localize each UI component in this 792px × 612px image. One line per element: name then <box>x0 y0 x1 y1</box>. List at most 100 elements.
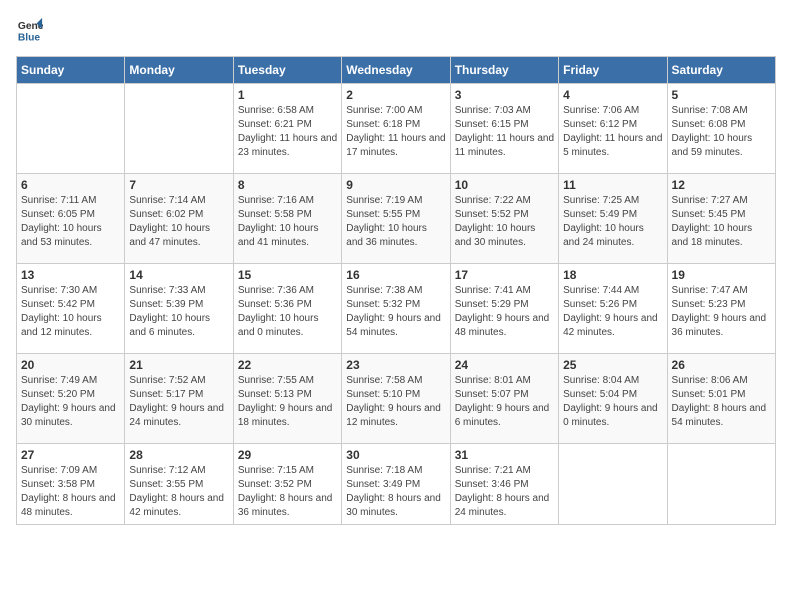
day-info: Sunrise: 7:12 AMSunset: 3:55 PMDaylight:… <box>129 464 228 520</box>
logo: General Blue <box>16 16 44 44</box>
calendar-cell: 3 Sunrise: 7:03 AMSunset: 6:15 PMDaylight… <box>450 84 558 174</box>
day-info: Sunrise: 8:01 AMSunset: 5:07 PMDaylight:… <box>455 374 554 430</box>
day-info: Sunrise: 7:30 AMSunset: 5:42 PMDaylight:… <box>21 284 120 340</box>
calendar-cell: 22 Sunrise: 7:55 AMSunset: 5:13 PMDayligh… <box>233 354 341 444</box>
day-info: Sunrise: 7:58 AMSunset: 5:10 PMDaylight:… <box>346 374 445 430</box>
calendar-cell: 27Sunrise: 7:09 AMSunset: 3:58 PMDayligh… <box>17 444 125 525</box>
calendar-cell: 25Sunrise: 8:04 AMSunset: 5:04 PMDayligh… <box>559 354 667 444</box>
calendar-cell: 18 Sunrise: 7:44 AMSunset: 5:26 PMDayligh… <box>559 264 667 354</box>
day-number: 23 <box>346 358 445 372</box>
day-info: Sunrise: 7:15 AMSunset: 3:52 PMDaylight:… <box>238 464 337 520</box>
column-header-sunday: Sunday <box>17 57 125 84</box>
day-number: 10 <box>455 178 554 192</box>
calendar-week-3: 13 Sunrise: 7:30 AMSunset: 5:42 PMDayligh… <box>17 264 776 354</box>
calendar-cell: 13 Sunrise: 7:30 AMSunset: 5:42 PMDayligh… <box>17 264 125 354</box>
day-info: Sunrise: 8:06 AMSunset: 5:01 PMDaylight:… <box>672 374 771 430</box>
svg-text:Blue: Blue <box>18 32 41 43</box>
day-number: 9 <box>346 178 445 192</box>
day-number: 27 <box>21 448 120 462</box>
day-info: Sunrise: 7:14 AMSunset: 6:02 PMDaylight:… <box>129 194 228 250</box>
day-number: 15 <box>238 268 337 282</box>
day-info: Sunrise: 7:22 AMSunset: 5:52 PMDaylight:… <box>455 194 554 250</box>
calendar-cell: 29Sunrise: 7:15 AMSunset: 3:52 PMDayligh… <box>233 444 341 525</box>
column-header-wednesday: Wednesday <box>342 57 450 84</box>
calendar-cell <box>559 444 667 525</box>
day-info: Sunrise: 7:41 AMSunset: 5:29 PMDaylight:… <box>455 284 554 340</box>
day-number: 7 <box>129 178 228 192</box>
day-number: 25 <box>563 358 662 372</box>
calendar-header-row: SundayMondayTuesdayWednesdayThursdayFrid… <box>17 57 776 84</box>
day-info: Sunrise: 7:11 AMSunset: 6:05 PMDaylight:… <box>21 194 120 250</box>
day-number: 3 <box>455 88 554 102</box>
day-info: Sunrise: 7:38 AMSunset: 5:32 PMDaylight:… <box>346 284 445 340</box>
calendar-week-4: 20 Sunrise: 7:49 AMSunset: 5:20 PMDayligh… <box>17 354 776 444</box>
calendar-cell: 17 Sunrise: 7:41 AMSunset: 5:29 PMDayligh… <box>450 264 558 354</box>
calendar-cell: 15 Sunrise: 7:36 AMSunset: 5:36 PMDayligh… <box>233 264 341 354</box>
day-number: 11 <box>563 178 662 192</box>
column-header-tuesday: Tuesday <box>233 57 341 84</box>
calendar-cell: 28 Sunrise: 7:12 AMSunset: 3:55 PMDayligh… <box>125 444 233 525</box>
day-info: Sunrise: 6:58 AMSunset: 6:21 PMDaylight:… <box>238 104 337 160</box>
day-info: Sunrise: 7:55 AMSunset: 5:13 PMDaylight:… <box>238 374 337 430</box>
calendar-cell: 26 Sunrise: 8:06 AMSunset: 5:01 PMDayligh… <box>667 354 775 444</box>
day-number: 26 <box>672 358 771 372</box>
calendar-cell: 19Sunrise: 7:47 AMSunset: 5:23 PMDayligh… <box>667 264 775 354</box>
day-number: 24 <box>455 358 554 372</box>
page-header: General Blue <box>16 16 776 44</box>
column-header-monday: Monday <box>125 57 233 84</box>
day-info: Sunrise: 7:03 AMSunset: 6:15 PMDaylight:… <box>455 104 554 160</box>
calendar-week-2: 6 Sunrise: 7:11 AMSunset: 6:05 PMDaylight… <box>17 174 776 264</box>
calendar-week-1: 1Sunrise: 6:58 AMSunset: 6:21 PMDaylight… <box>17 84 776 174</box>
day-number: 21 <box>129 358 228 372</box>
day-info: Sunrise: 7:49 AMSunset: 5:20 PMDaylight:… <box>21 374 120 430</box>
day-info: Sunrise: 7:25 AMSunset: 5:49 PMDaylight:… <box>563 194 662 250</box>
day-number: 16 <box>346 268 445 282</box>
calendar-cell: 11 Sunrise: 7:25 AMSunset: 5:49 PMDayligh… <box>559 174 667 264</box>
day-number: 20 <box>21 358 120 372</box>
calendar-cell: 6 Sunrise: 7:11 AMSunset: 6:05 PMDaylight… <box>17 174 125 264</box>
column-header-friday: Friday <box>559 57 667 84</box>
logo-icon: General Blue <box>16 16 44 44</box>
day-number: 13 <box>21 268 120 282</box>
calendar-cell: 7 Sunrise: 7:14 AMSunset: 6:02 PMDaylight… <box>125 174 233 264</box>
day-info: Sunrise: 7:00 AMSunset: 6:18 PMDaylight:… <box>346 104 445 160</box>
calendar-cell: 30Sunrise: 7:18 AMSunset: 3:49 PMDayligh… <box>342 444 450 525</box>
calendar-body: 1Sunrise: 6:58 AMSunset: 6:21 PMDaylight… <box>17 84 776 525</box>
calendar-table: SundayMondayTuesdayWednesdayThursdayFrid… <box>16 56 776 525</box>
day-number: 2 <box>346 88 445 102</box>
day-info: Sunrise: 7:16 AMSunset: 5:58 PMDaylight:… <box>238 194 337 250</box>
calendar-cell: 20 Sunrise: 7:49 AMSunset: 5:20 PMDayligh… <box>17 354 125 444</box>
day-number: 17 <box>455 268 554 282</box>
day-number: 18 <box>563 268 662 282</box>
calendar-cell: 31Sunrise: 7:21 AMSunset: 3:46 PMDayligh… <box>450 444 558 525</box>
calendar-cell: 4Sunrise: 7:06 AMSunset: 6:12 PMDaylight… <box>559 84 667 174</box>
day-info: Sunrise: 7:44 AMSunset: 5:26 PMDaylight:… <box>563 284 662 340</box>
day-info: Sunrise: 7:18 AMSunset: 3:49 PMDaylight:… <box>346 464 445 520</box>
day-number: 4 <box>563 88 662 102</box>
day-number: 28 <box>129 448 228 462</box>
calendar-cell: 24 Sunrise: 8:01 AMSunset: 5:07 PMDayligh… <box>450 354 558 444</box>
day-info: Sunrise: 7:33 AMSunset: 5:39 PMDaylight:… <box>129 284 228 340</box>
day-number: 31 <box>455 448 554 462</box>
day-number: 6 <box>21 178 120 192</box>
day-info: Sunrise: 7:19 AMSunset: 5:55 PMDaylight:… <box>346 194 445 250</box>
day-number: 5 <box>672 88 771 102</box>
day-number: 22 <box>238 358 337 372</box>
calendar-week-5: 27Sunrise: 7:09 AMSunset: 3:58 PMDayligh… <box>17 444 776 525</box>
calendar-cell: 10 Sunrise: 7:22 AMSunset: 5:52 PMDayligh… <box>450 174 558 264</box>
calendar-cell: 2 Sunrise: 7:00 AMSunset: 6:18 PMDaylight… <box>342 84 450 174</box>
day-info: Sunrise: 7:36 AMSunset: 5:36 PMDaylight:… <box>238 284 337 340</box>
day-number: 8 <box>238 178 337 192</box>
day-info: Sunrise: 7:47 AMSunset: 5:23 PMDaylight:… <box>672 284 771 340</box>
calendar-cell <box>17 84 125 174</box>
calendar-cell <box>125 84 233 174</box>
day-number: 14 <box>129 268 228 282</box>
calendar-cell: 5Sunrise: 7:08 AMSunset: 6:08 PMDaylight… <box>667 84 775 174</box>
column-header-saturday: Saturday <box>667 57 775 84</box>
day-info: Sunrise: 7:27 AMSunset: 5:45 PMDaylight:… <box>672 194 771 250</box>
calendar-cell: 14 Sunrise: 7:33 AMSunset: 5:39 PMDayligh… <box>125 264 233 354</box>
day-info: Sunrise: 7:52 AMSunset: 5:17 PMDaylight:… <box>129 374 228 430</box>
calendar-cell: 1Sunrise: 6:58 AMSunset: 6:21 PMDaylight… <box>233 84 341 174</box>
calendar-cell: 16 Sunrise: 7:38 AMSunset: 5:32 PMDayligh… <box>342 264 450 354</box>
calendar-cell: 12Sunrise: 7:27 AMSunset: 5:45 PMDayligh… <box>667 174 775 264</box>
